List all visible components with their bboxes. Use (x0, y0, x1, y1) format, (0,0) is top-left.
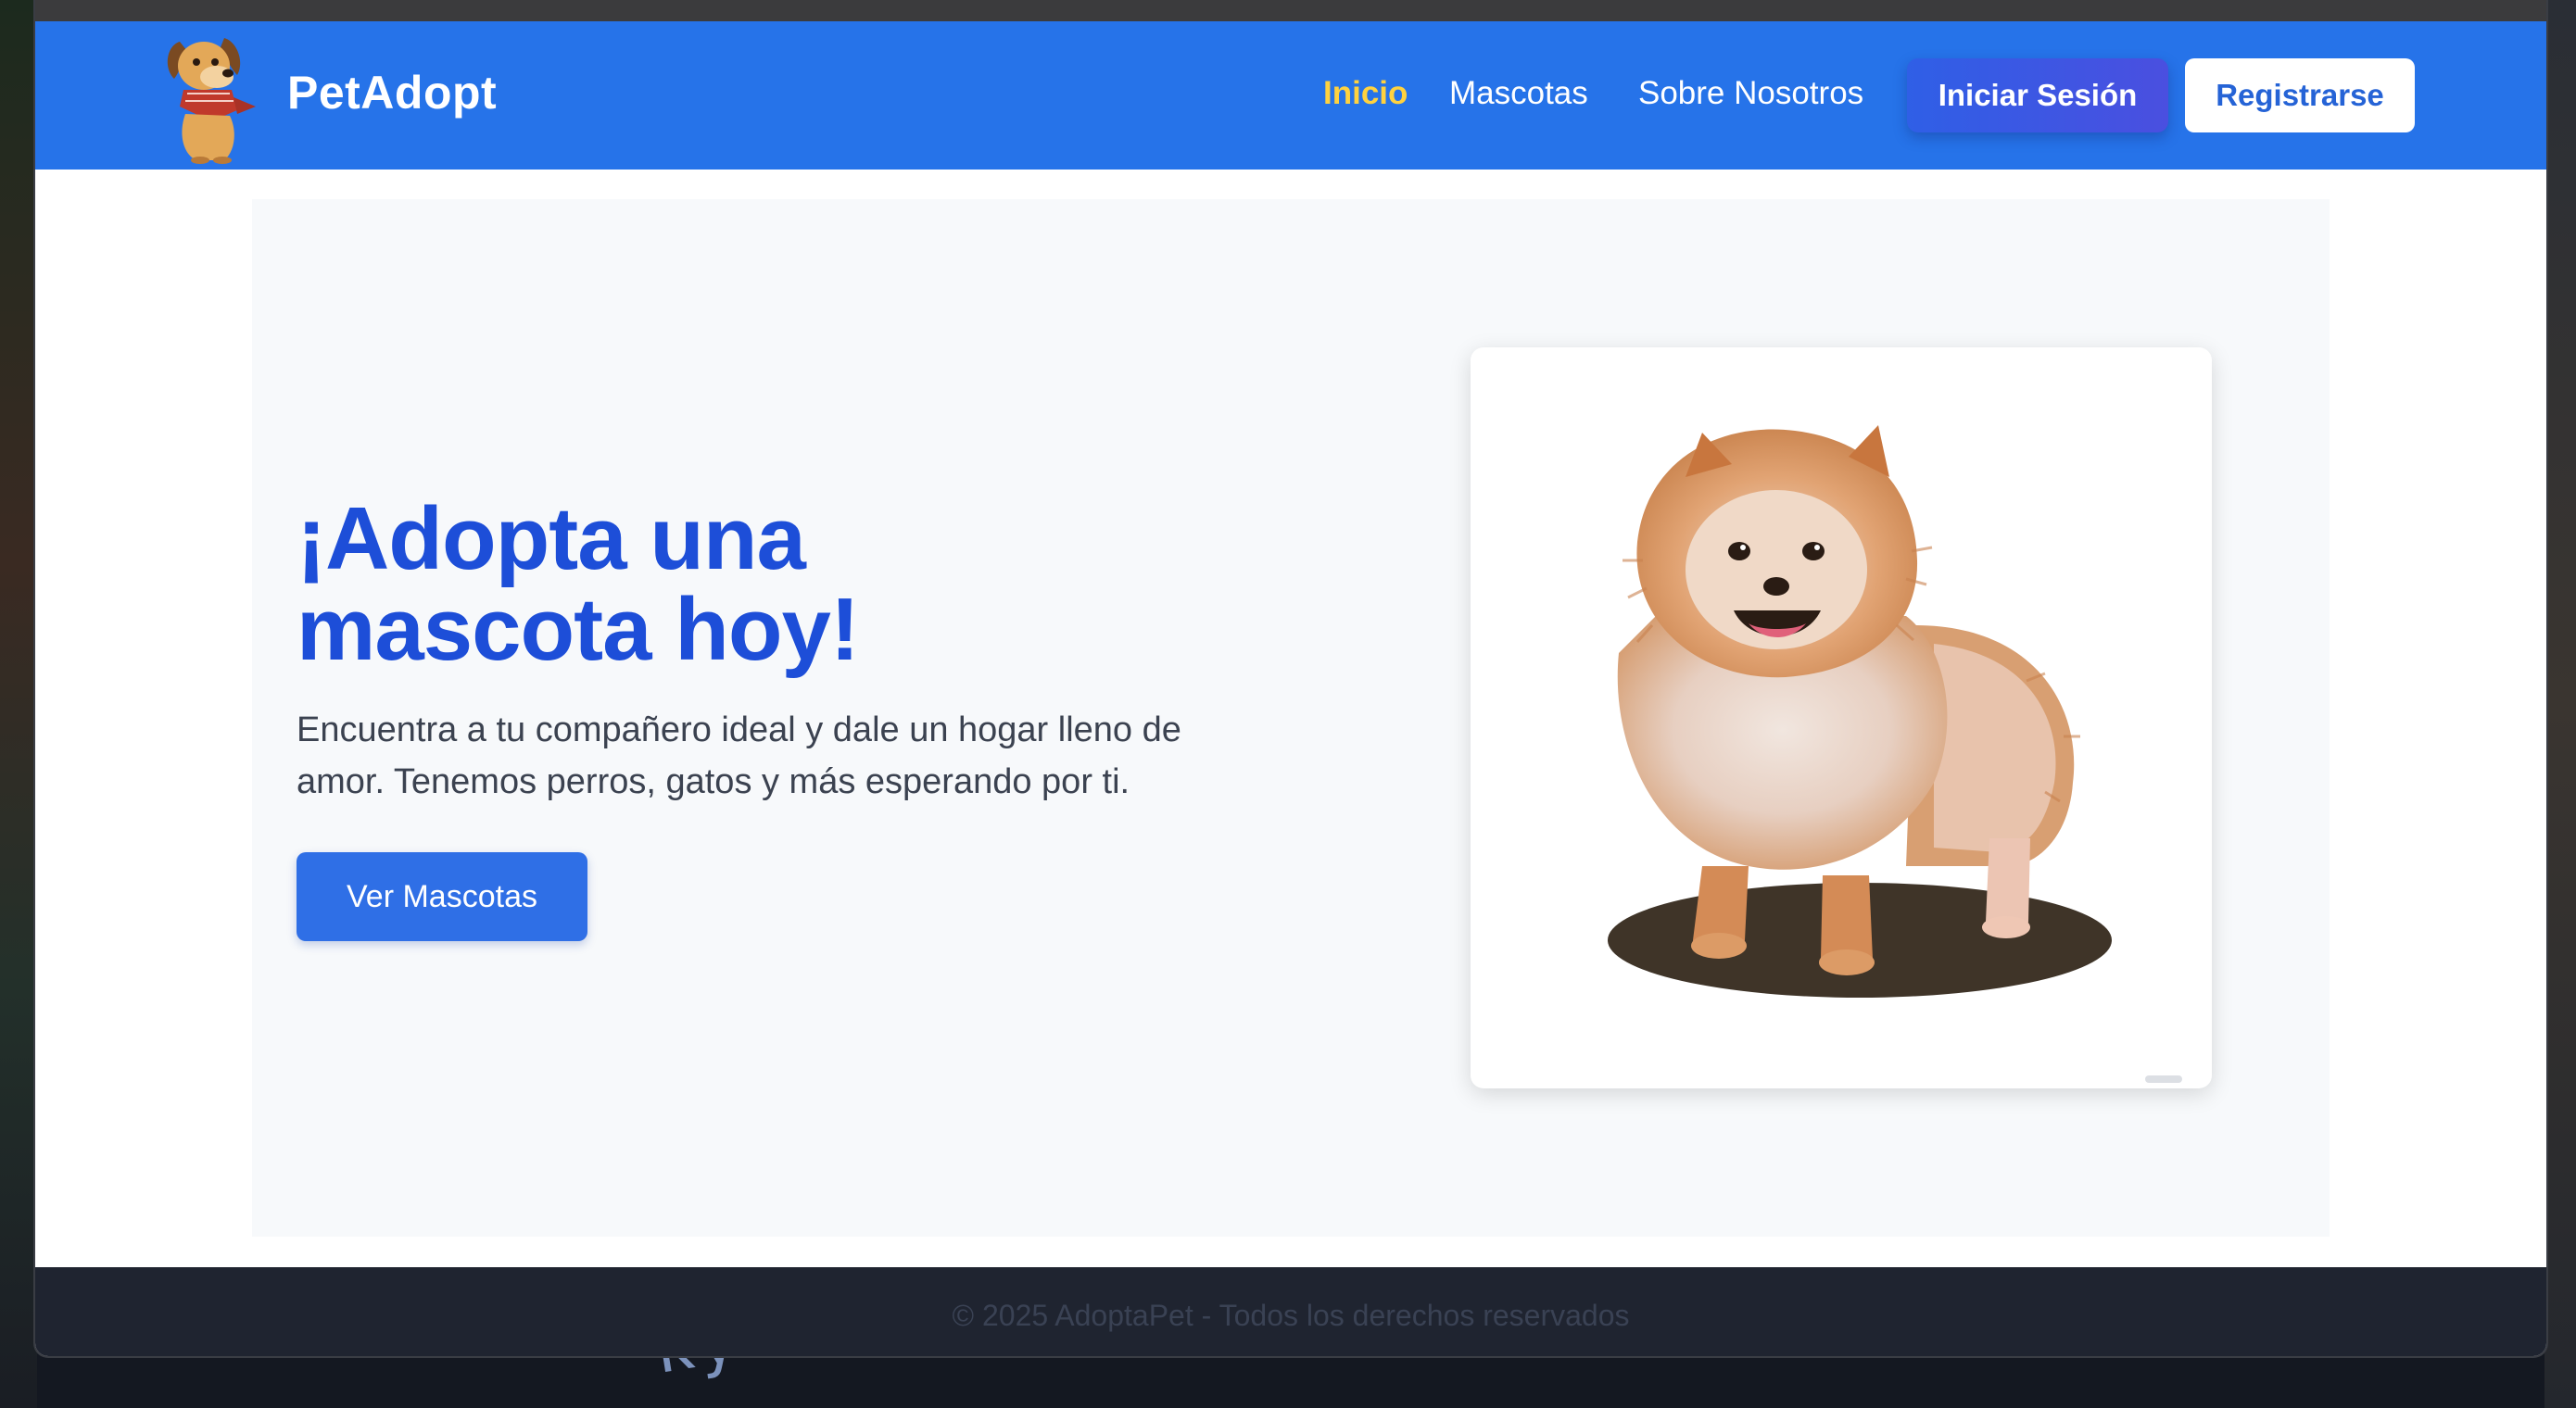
nav-link-mascotas[interactable]: Mascotas (1449, 75, 1588, 112)
nav-link-sobre-nosotros[interactable]: Sobre Nosotros (1638, 75, 1863, 112)
browser-window: PetAdopt Inicio Mascotas Sobre Nosotros … (35, 0, 2546, 1356)
hero-section: ¡Adopta una mascota hoy! Encuentra a tu … (252, 199, 2330, 1237)
hero-title-line1: ¡Adopta una (297, 489, 806, 588)
desktop-background-left (0, 0, 37, 1408)
pomeranian-dog-illustration (1608, 425, 2112, 998)
footer: © 2025 AdoptaPet - Todos los derechos re… (35, 1267, 2546, 1356)
card-resize-handle[interactable] (2145, 1075, 2182, 1083)
dog-mascot-icon[interactable] (159, 25, 263, 164)
view-pets-button[interactable]: Ver Mascotas (297, 852, 587, 941)
hero-title: ¡Adopta una mascota hoy! (297, 494, 1316, 675)
hero-image-card (1471, 347, 2212, 1088)
desktop-background-right (2544, 0, 2576, 1408)
hero-title-line2: mascota hoy! (297, 580, 860, 679)
hero-description: Encuentra a tu compañero ideal y dale un… (297, 710, 1181, 801)
brand-name[interactable]: PetAdopt (287, 66, 497, 119)
nav-link-inicio[interactable]: Inicio (1323, 75, 1408, 112)
footer-copyright: © 2025 AdoptaPet - Todos los derechos re… (952, 1299, 1630, 1332)
window-top-strip (35, 0, 2546, 21)
register-button[interactable]: Registrarse (2185, 58, 2415, 132)
login-button[interactable]: Iniciar Sesión (1907, 58, 2168, 132)
navbar: PetAdopt Inicio Mascotas Sobre Nosotros … (35, 21, 2546, 170)
